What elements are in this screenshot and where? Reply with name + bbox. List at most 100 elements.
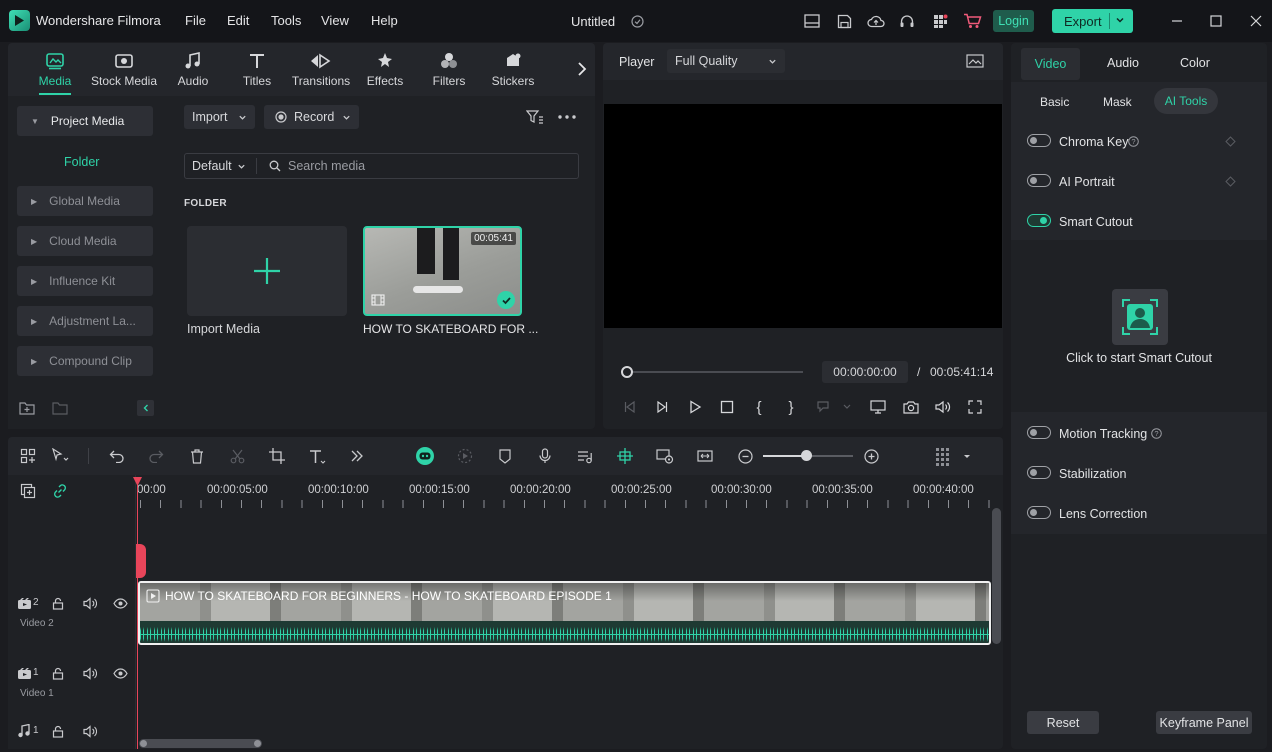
apps-grid-icon[interactable] [931,12,949,30]
layout-grid-icon[interactable] [19,448,37,464]
zoom-in-icon[interactable] [862,448,880,464]
tab-color[interactable]: Color [1180,56,1210,70]
tab-stock-media[interactable]: Stock Media [88,52,160,88]
current-time[interactable]: 00:00:00:00 [822,361,908,383]
lock-icon[interactable] [51,666,65,680]
login-button[interactable]: Login [993,10,1034,32]
add-track-icon[interactable] [19,483,37,499]
sidebar-influence-kit[interactable]: ▶ Influence Kit [17,266,153,296]
mark-in-icon[interactable]: { [751,399,767,416]
filter-sort-icon[interactable] [525,109,545,125]
video-preview[interactable] [604,104,1002,328]
snap-magnet-icon[interactable] [615,447,635,465]
import-dropdown[interactable]: Import [184,105,255,129]
smart-cutout-toggle[interactable] [1027,214,1051,227]
text-tool-icon[interactable] [308,448,328,464]
stop-icon[interactable] [719,399,735,415]
sidebar-project-media[interactable]: ▼ Project Media [17,106,153,136]
previous-frame-icon[interactable] [622,399,638,415]
sidebar-compound-clip[interactable]: ▶ Compound Clip [17,346,153,376]
microphone-icon[interactable] [536,448,554,464]
keyframe-diamond-icon[interactable] [1224,175,1236,187]
mark-out-icon[interactable]: } [783,399,799,416]
next-frame-icon[interactable] [654,399,670,415]
tab-audio[interactable]: Audio [170,52,216,88]
timeline-clip[interactable]: HOW TO SKATEBOARD FOR BEGINNERS - HOW TO… [138,581,991,645]
speaker-icon[interactable] [83,666,97,680]
collapse-sidebar-icon[interactable] [137,400,154,416]
sidebar-global-media[interactable]: ▶ Global Media [17,186,153,216]
playhead-marker[interactable] [136,544,146,578]
track-height-icon[interactable] [933,446,973,466]
fullscreen-icon[interactable] [966,399,984,415]
marker-icon[interactable] [496,448,514,464]
display-settings-icon[interactable] [869,399,887,415]
tab-transitions[interactable]: Transitions [290,52,352,88]
lock-icon[interactable] [51,596,65,610]
fit-timeline-icon[interactable] [696,448,714,464]
tab-audio[interactable]: Audio [1107,56,1139,70]
progress-track[interactable] [627,371,803,373]
scrollbar-handle-left[interactable] [140,740,147,747]
select-arrow-icon[interactable] [50,448,70,464]
folder-icon[interactable] [51,400,69,416]
menu-help[interactable]: Help [371,13,398,28]
menu-edit[interactable]: Edit [227,13,249,28]
ai-mate-icon[interactable] [414,445,436,467]
speaker-icon[interactable] [83,596,97,610]
new-folder-icon[interactable] [18,400,36,416]
record-dropdown[interactable]: Record [264,105,359,129]
scrollbar-handle-right[interactable] [254,740,261,747]
menu-tools[interactable]: Tools [271,13,301,28]
sort-dropdown[interactable]: Default [192,159,250,173]
progress-handle[interactable] [621,366,633,378]
tab-titles[interactable]: Titles [234,52,280,88]
motion-tracking-toggle[interactable] [1027,426,1051,439]
lock-icon[interactable] [51,724,65,738]
import-media-tile[interactable] [187,226,347,316]
stabilization-toggle[interactable] [1027,466,1051,479]
minimize-icon[interactable] [1169,13,1185,29]
reset-button[interactable]: Reset [1027,711,1099,734]
play-icon[interactable] [687,399,703,415]
tab-video[interactable]: Video [1021,48,1080,80]
smart-cutout-start-button[interactable] [1112,289,1168,345]
layout-icon[interactable] [803,12,821,30]
media-clip-thumbnail[interactable]: 00:05:41 [363,226,522,316]
tab-stickers[interactable]: Stickers [490,52,536,88]
ai-portrait-toggle[interactable] [1027,174,1051,187]
keyframe-panel-button[interactable]: Keyframe Panel [1156,711,1252,734]
save-icon[interactable] [835,12,853,30]
chroma-key-toggle[interactable] [1027,134,1051,147]
sidebar-cloud-media[interactable]: ▶ Cloud Media [17,226,153,256]
volume-icon[interactable] [934,399,952,415]
subtab-basic[interactable]: Basic [1040,95,1069,109]
marker-menu-icon[interactable] [815,399,855,415]
tab-media[interactable]: Media [30,52,80,88]
sidebar-folder[interactable]: Folder [64,155,99,169]
more-options-icon[interactable] [557,110,577,124]
search-input[interactable] [288,157,568,175]
more-tools-icon[interactable] [348,448,366,464]
maximize-icon[interactable] [1208,13,1224,29]
eye-icon[interactable] [112,596,128,610]
cart-icon[interactable] [962,12,982,30]
link-icon[interactable] [51,483,69,499]
crop-icon[interactable] [268,448,286,464]
menu-view[interactable]: View [321,13,349,28]
tab-effects[interactable]: Effects [362,52,408,88]
cloud-upload-icon[interactable] [866,12,886,30]
quality-dropdown[interactable]: Full Quality [667,49,785,73]
close-icon[interactable] [1248,13,1264,29]
preview-render-icon[interactable] [655,448,675,464]
redo-icon[interactable] [147,448,165,464]
help-icon[interactable]: ? [1150,427,1162,439]
chevron-down-icon[interactable] [1115,15,1125,25]
menu-file[interactable]: File [185,13,206,28]
headset-support-icon[interactable] [898,12,916,30]
help-icon[interactable]: ? [1127,135,1139,147]
speaker-icon[interactable] [83,724,97,738]
undo-icon[interactable] [108,448,126,464]
audio-mix-icon[interactable] [576,448,594,464]
eye-icon[interactable] [112,666,128,680]
